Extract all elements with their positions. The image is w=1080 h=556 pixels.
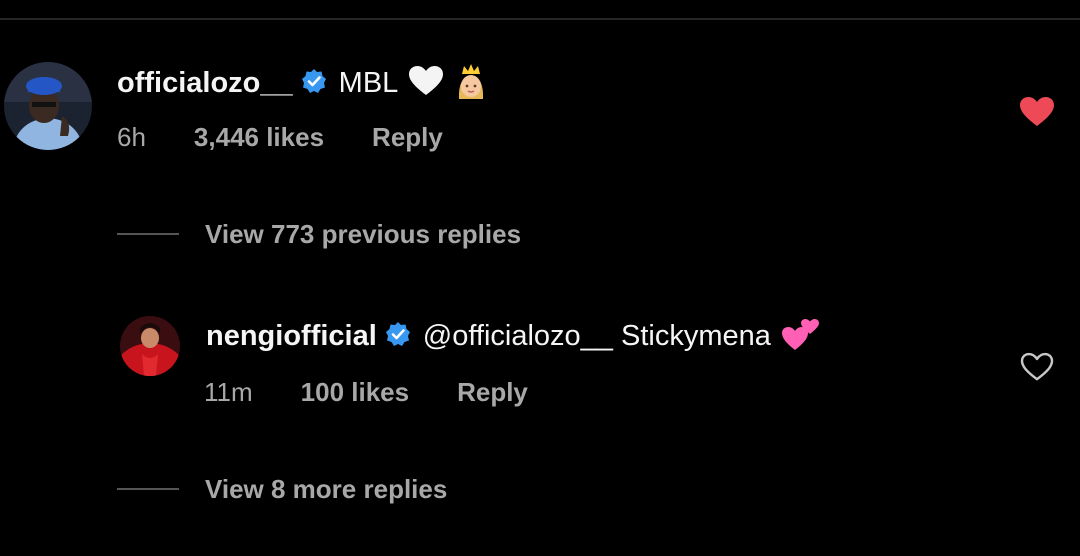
comment-1-meta: 6h 3,446 likes Reply: [117, 120, 443, 154]
view-more-replies[interactable]: View 8 more replies: [117, 473, 447, 505]
comment-2-like-button[interactable]: [1020, 352, 1054, 387]
comment-2-time[interactable]: 11m: [204, 377, 253, 408]
comment-2-header: nengiofficial @officialozo__ Stickymena: [206, 316, 821, 356]
comment-2-text: @officialozo__ Stickymena: [422, 319, 771, 352]
two-hearts-emoji-icon: [781, 316, 821, 357]
avatar-officialozo[interactable]: [4, 62, 92, 150]
avatar-nengiofficial[interactable]: [120, 316, 180, 376]
comment-1-time[interactable]: 6h: [117, 122, 146, 153]
comment-1-header: officialozo__ MBL: [117, 63, 488, 103]
replies-dash: [117, 488, 179, 490]
comment-1-like-button[interactable]: [1019, 96, 1055, 133]
outline-heart-icon: [1020, 352, 1054, 381]
princess-emoji-icon: [454, 63, 488, 104]
filled-heart-icon: [1020, 97, 1054, 126]
comment-2-likes[interactable]: 100 likes: [301, 377, 409, 408]
comment-2-username[interactable]: nengiofficial: [206, 320, 377, 353]
comment-1-username[interactable]: officialozo__: [117, 67, 293, 100]
avatar-image: [4, 62, 92, 150]
white-heart-emoji-icon: [408, 65, 444, 102]
comment-2-meta: 11m 100 likes Reply: [204, 375, 528, 409]
comment-1-likes[interactable]: 3,446 likes: [194, 122, 324, 153]
replies-dash: [117, 233, 179, 235]
verified-badge-icon: [385, 321, 411, 352]
comment-1-reply-button[interactable]: Reply: [372, 122, 443, 153]
top-divider: [0, 18, 1080, 20]
avatar-image: [120, 316, 180, 376]
comment-1-text: MBL: [338, 66, 399, 99]
comment-2-reply-button[interactable]: Reply: [457, 377, 528, 408]
verified-badge-icon: [301, 68, 327, 99]
view-previous-replies[interactable]: View 773 previous replies: [117, 218, 521, 250]
view-more-replies-label: View 8 more replies: [205, 473, 448, 504]
view-previous-replies-label: View 773 previous replies: [205, 218, 522, 249]
